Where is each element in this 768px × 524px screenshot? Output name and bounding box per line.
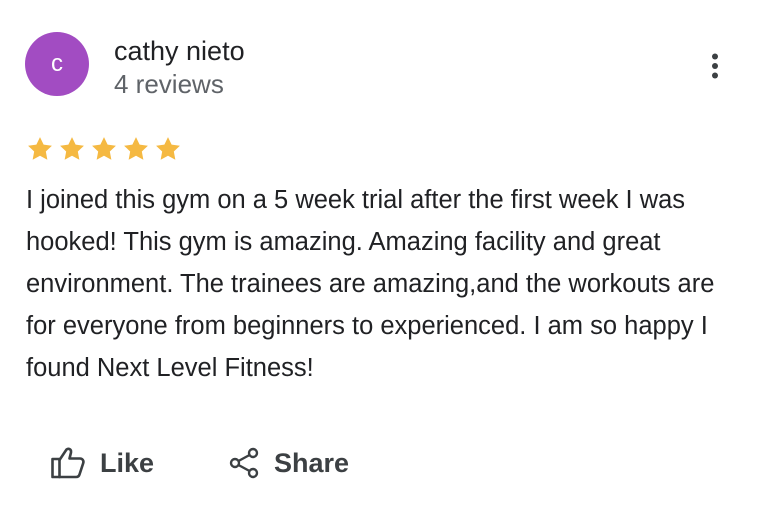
star-icon xyxy=(28,137,52,160)
star-icon xyxy=(156,137,180,160)
avatar[interactable]: c xyxy=(25,32,89,96)
avatar-initial: c xyxy=(51,50,63,77)
share-icon xyxy=(228,447,260,479)
share-button[interactable]: Share xyxy=(228,440,349,486)
review-text: I joined this gym on a 5 week trial afte… xyxy=(26,186,715,382)
thumbs-up-icon xyxy=(50,446,86,480)
share-label: Share xyxy=(274,447,350,478)
star-rating xyxy=(26,135,182,165)
like-label: Like xyxy=(100,447,155,478)
review-count[interactable]: 4 reviews xyxy=(114,68,224,100)
more-options-button[interactable] xyxy=(698,48,732,88)
star-icon xyxy=(92,137,116,160)
review-card: c cathy nieto 4 reviews I joined this gy… xyxy=(0,0,768,524)
reviewer-name[interactable]: cathy nieto xyxy=(114,34,245,68)
star-icon xyxy=(124,137,148,160)
star-icon xyxy=(60,137,84,160)
like-button[interactable]: Like xyxy=(50,440,154,486)
more-vertical-icon xyxy=(711,53,719,84)
